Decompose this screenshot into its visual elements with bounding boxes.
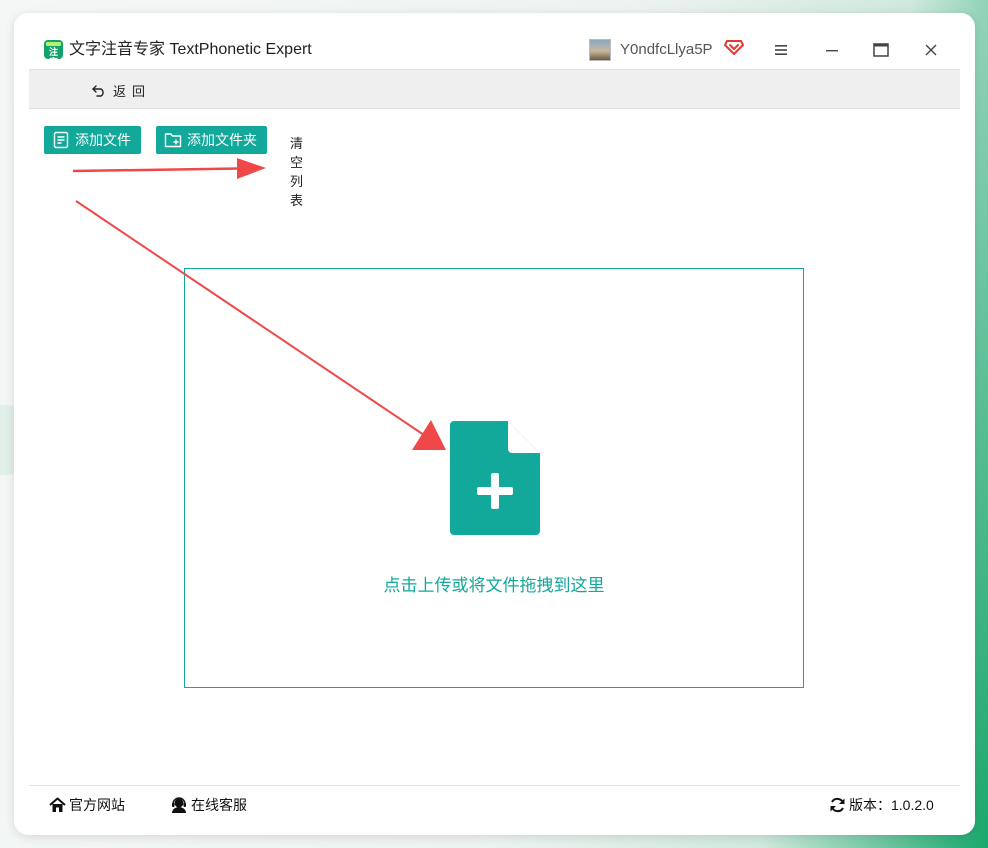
app-logo: 注字 bbox=[44, 40, 63, 67]
hamburger-icon bbox=[775, 45, 787, 55]
online-service-link[interactable]: 在线客服 bbox=[170, 795, 247, 815]
close-button[interactable] bbox=[916, 35, 946, 65]
undo-arrow-icon bbox=[92, 85, 104, 97]
user-avatar[interactable] bbox=[589, 39, 611, 61]
online-service-label: 在线客服 bbox=[191, 797, 247, 813]
back-label: 返回 bbox=[113, 83, 152, 99]
footer-bar: 官方网站 在线客服 版本：1.0.2.0 bbox=[29, 785, 960, 821]
maximize-button[interactable] bbox=[866, 35, 896, 65]
toolbar: 返回 bbox=[29, 69, 960, 109]
version-label: 版本：1.0.2.0 bbox=[849, 797, 934, 813]
title-bar: 注字 文字注音专家 TextPhonetic Expert Y0ndfcLlya… bbox=[14, 13, 975, 69]
app-title: 文字注音专家 TextPhonetic Expert bbox=[69, 41, 312, 58]
back-button[interactable]: 返回 bbox=[91, 80, 151, 100]
home-icon bbox=[49, 797, 66, 812]
add-folder-label: 添加文件夹 bbox=[187, 132, 257, 148]
minimize-icon bbox=[826, 50, 838, 52]
support-agent-icon bbox=[172, 797, 186, 813]
folder-plus-icon bbox=[164, 133, 182, 148]
annotation-arrow-to-buttons bbox=[72, 158, 266, 179]
version-info: 版本：1.0.2.0 bbox=[829, 795, 934, 815]
clear-list-link[interactable]: 清空列表 bbox=[290, 133, 303, 209]
add-file-label: 添加文件 bbox=[75, 132, 131, 148]
diamond-vip-icon[interactable] bbox=[724, 38, 744, 56]
official-site-link[interactable]: 官方网站 bbox=[49, 795, 125, 815]
close-icon bbox=[925, 44, 937, 56]
app-window: 注字 文字注音专家 TextPhonetic Expert Y0ndfcLlya… bbox=[14, 13, 975, 835]
refresh-icon bbox=[830, 797, 845, 813]
file-plus-icon bbox=[450, 421, 540, 535]
add-folder-button[interactable]: 添加文件夹 bbox=[156, 126, 267, 154]
file-list-icon bbox=[53, 131, 69, 149]
maximize-icon bbox=[873, 43, 889, 57]
add-file-button[interactable]: 添加文件 bbox=[44, 126, 141, 154]
official-site-label: 官方网站 bbox=[69, 797, 125, 813]
file-drop-zone[interactable]: 点击上传或将文件拖拽到这里 bbox=[184, 268, 804, 688]
app-logo-text: 注字 bbox=[48, 47, 58, 67]
username[interactable]: Y0ndfcLlya5P bbox=[620, 41, 713, 59]
menu-button[interactable] bbox=[766, 35, 796, 65]
drop-zone-hint: 点击上传或将文件拖拽到这里 bbox=[383, 576, 605, 595]
minimize-button[interactable] bbox=[817, 35, 847, 65]
